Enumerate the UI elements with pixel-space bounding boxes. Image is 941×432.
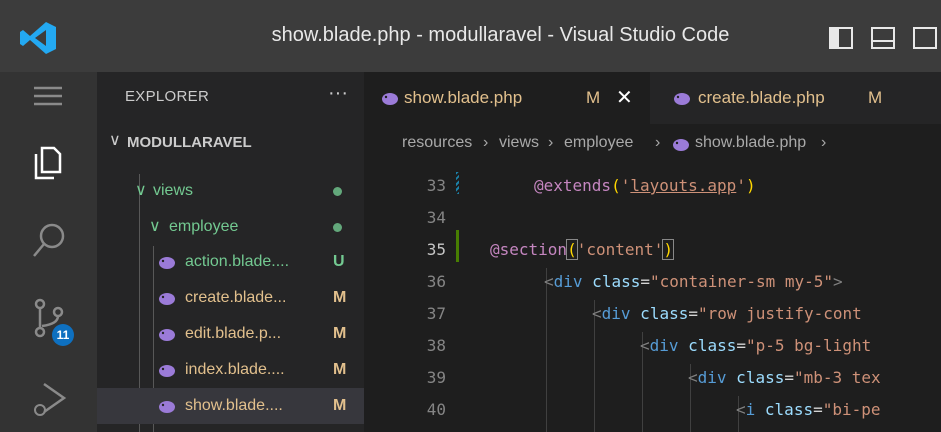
php-elephant-icon bbox=[159, 365, 175, 377]
file-item[interactable]: index.blade.... M bbox=[97, 352, 364, 388]
file-name: create.blade... bbox=[185, 289, 287, 306]
code-line: 40 <i class="bi-pe bbox=[364, 394, 941, 426]
file-status: M bbox=[333, 289, 347, 306]
breadcrumb: resources › views › employee › show.blad… bbox=[364, 124, 941, 162]
file-status: U bbox=[333, 253, 345, 270]
run-debug-icon[interactable] bbox=[28, 376, 72, 420]
folder-label: views bbox=[153, 182, 194, 199]
tab-label: show.blade.php bbox=[404, 88, 523, 107]
code-text: <div class="p-5 bg-light bbox=[640, 336, 872, 355]
line-number: 35 bbox=[426, 240, 446, 259]
file-item[interactable]: create.blade... M bbox=[97, 280, 364, 316]
code-text: <i class="bi-pe bbox=[736, 400, 881, 419]
php-elephant-icon bbox=[159, 293, 175, 305]
file-name: index.blade.... bbox=[185, 361, 285, 378]
chevron-down-icon: ∨ bbox=[109, 132, 121, 149]
folder-label: employee bbox=[169, 218, 239, 235]
line-number: 38 bbox=[426, 336, 446, 355]
line-number: 37 bbox=[426, 304, 446, 323]
code-text: <div class="container-sm my-5"> bbox=[544, 272, 843, 291]
search-icon[interactable] bbox=[28, 218, 72, 262]
file-name: show.blade.... bbox=[185, 397, 283, 414]
explorer-title: EXPLORER bbox=[125, 88, 210, 105]
workspace-folder-header[interactable]: ∨ MODULLARAVEL bbox=[97, 124, 364, 160]
modified-dot-icon bbox=[333, 223, 342, 232]
file-item-selected[interactable]: show.blade.... M bbox=[97, 388, 364, 424]
php-elephant-icon bbox=[674, 93, 690, 105]
source-control-badge: 11 bbox=[52, 324, 74, 346]
code-editor[interactable]: 33 @extends('layouts.app') 34 35 @sectio… bbox=[364, 162, 941, 432]
line-number: 36 bbox=[426, 272, 446, 291]
code-line: 37 <div class="row justify-cont bbox=[364, 298, 941, 330]
line-number: 33 bbox=[426, 176, 446, 195]
code-line: 38 <div class="p-5 bg-light bbox=[364, 330, 941, 362]
file-item[interactable]: action.blade.... U bbox=[97, 244, 364, 280]
code-line: 33 @extends('layouts.app') bbox=[364, 170, 941, 202]
modified-dot-icon bbox=[333, 187, 342, 196]
breadcrumb-item[interactable]: resources bbox=[402, 134, 472, 152]
line-number: 34 bbox=[426, 208, 446, 227]
breadcrumb-separator: › bbox=[483, 134, 489, 151]
php-elephant-icon bbox=[159, 329, 175, 341]
code-line: 39 <div class="mb-3 tex bbox=[364, 362, 941, 394]
php-elephant-icon bbox=[382, 93, 398, 105]
chevron-down-icon: ∨ bbox=[135, 182, 147, 199]
line-number: 40 bbox=[426, 400, 446, 419]
toggle-sidebar-icon[interactable] bbox=[828, 26, 854, 50]
workspace-name: MODULLARAVEL bbox=[127, 134, 252, 151]
code-text: @section('content') bbox=[490, 239, 675, 260]
code-line: 36 <div class="container-sm my-5"> bbox=[364, 266, 941, 298]
breadcrumb-item[interactable]: views bbox=[499, 134, 539, 152]
toggle-secondary-sidebar-icon[interactable] bbox=[912, 26, 938, 50]
folder-employee[interactable]: ∨ employee bbox=[97, 208, 364, 244]
breadcrumb-separator: › bbox=[821, 134, 827, 151]
window-title: show.blade.php - modullaravel - Visual S… bbox=[271, 24, 730, 46]
explorer-more-actions[interactable]: ··· bbox=[328, 82, 348, 105]
code-line-current: 35 @section('content') bbox=[364, 234, 941, 266]
tab-create-blade[interactable]: create.blade.php M bbox=[650, 72, 910, 124]
title-bar: show.blade.php - modullaravel - Visual S… bbox=[0, 0, 941, 72]
php-elephant-icon bbox=[673, 139, 689, 151]
line-number: 39 bbox=[426, 368, 446, 387]
code-text: <div class="row justify-cont bbox=[592, 304, 862, 323]
code-line: 34 bbox=[364, 202, 941, 234]
chevron-down-icon: ∨ bbox=[149, 218, 161, 235]
breadcrumb-separator: › bbox=[655, 134, 661, 151]
tab-label: create.blade.php bbox=[698, 88, 825, 107]
toggle-panel-icon[interactable] bbox=[870, 26, 896, 50]
file-status: M bbox=[333, 397, 347, 414]
php-elephant-icon bbox=[159, 257, 175, 269]
breadcrumb-item[interactable]: show.blade.php bbox=[695, 134, 806, 152]
close-icon[interactable]: ✕ bbox=[616, 85, 633, 110]
tab-status: M bbox=[868, 88, 883, 107]
file-item[interactable]: edit.blade.p... M bbox=[97, 316, 364, 352]
explorer-files-icon[interactable] bbox=[28, 138, 72, 182]
tab-status: M bbox=[586, 88, 601, 107]
folder-views[interactable]: ∨ views bbox=[97, 172, 364, 208]
file-status: M bbox=[333, 325, 347, 342]
editor-tab-bar: show.blade.php M ✕ create.blade.php M bbox=[364, 72, 941, 124]
code-text: @extends('layouts.app') bbox=[534, 176, 756, 195]
menu-icon[interactable] bbox=[28, 76, 72, 120]
activity-bar: 11 bbox=[0, 72, 97, 432]
code-text: <div class="mb-3 tex bbox=[688, 368, 881, 387]
file-name: edit.blade.p... bbox=[185, 325, 282, 342]
explorer-sidebar: EXPLORER ··· ∨ MODULLARAVEL ∨ views ∨ em… bbox=[97, 72, 364, 432]
file-status: M bbox=[333, 361, 347, 378]
tab-show-blade[interactable]: show.blade.php M ✕ bbox=[364, 72, 650, 124]
file-name: action.blade.... bbox=[185, 253, 290, 270]
breadcrumb-separator: › bbox=[548, 134, 554, 151]
php-elephant-icon bbox=[159, 401, 175, 413]
breadcrumb-item[interactable]: employee bbox=[564, 134, 633, 152]
